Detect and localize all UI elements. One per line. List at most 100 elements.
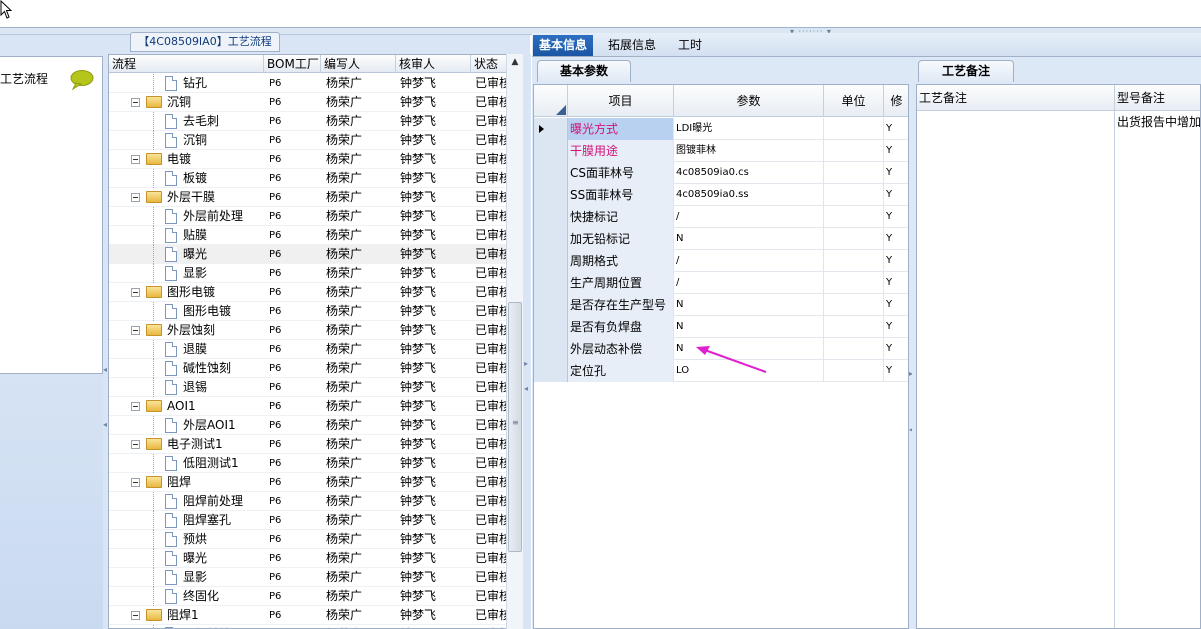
collapse-toggle-icon[interactable] (131, 611, 140, 620)
row-indicator[interactable] (534, 184, 568, 206)
param-unit-cell[interactable] (824, 140, 884, 162)
row-indicator[interactable] (534, 228, 568, 250)
table-row[interactable]: 阻焊前处理1 P6杨荣广钟梦飞已审核 (109, 625, 509, 628)
flow-cell[interactable]: 外层AOI1 (109, 416, 264, 435)
flow-cell[interactable]: 阻焊 (109, 473, 264, 492)
param-unit-cell[interactable] (824, 118, 884, 140)
row-indicator[interactable] (534, 360, 568, 382)
collapse-toggle-icon[interactable] (131, 155, 140, 164)
row-indicator[interactable] (534, 162, 568, 184)
table-row[interactable]: AOI1 P6 杨荣广 钟梦飞 已审核 (109, 397, 509, 416)
flow-cell[interactable]: 阻焊前处理 (109, 492, 264, 511)
param-unit-cell[interactable] (824, 316, 884, 338)
param-row[interactable]: 是否有负焊盘 N Y (534, 316, 908, 338)
table-row[interactable]: 板镀 P6 杨荣广 钟梦飞 已审核 (109, 169, 509, 188)
flow-cell[interactable]: 板镀 (109, 169, 264, 188)
flow-cell[interactable]: 外层蚀刻 (109, 321, 264, 340)
row-indicator[interactable] (534, 140, 568, 162)
table-row[interactable]: 沉铜 P6 杨荣广 钟梦飞 已审核 (109, 93, 509, 112)
flow-cell[interactable]: 退膜 (109, 340, 264, 359)
speech-bubble-icon[interactable] (68, 69, 94, 91)
flow-cell[interactable]: 外层前处理 (109, 207, 264, 226)
row-indicator[interactable] (534, 206, 568, 228)
flow-cell[interactable]: 终固化 (109, 587, 264, 606)
flow-cell[interactable]: 沉铜 (109, 131, 264, 150)
table-row[interactable]: 外层干膜 P6 杨荣广 钟梦飞 已审核 (109, 188, 509, 207)
table-row[interactable]: 阻焊塞孔 P6 杨荣广 钟梦飞 已审核 (109, 511, 509, 530)
table-row[interactable]: 图形电镀 P6 杨荣广 钟梦飞 已审核 (109, 283, 509, 302)
row-indicator[interactable] (534, 118, 568, 140)
param-value-cell[interactable]: / (674, 250, 824, 272)
flow-cell[interactable]: 阻焊前处理1 (109, 625, 264, 628)
table-row[interactable]: 退锡 P6 杨荣广 钟梦飞 已审核 (109, 378, 509, 397)
flow-cell[interactable]: 钻孔 (109, 74, 264, 93)
param-row[interactable]: 是否存在生产型号 N Y (534, 294, 908, 316)
flow-cell[interactable]: 曝光 (109, 245, 264, 264)
collapse-left-icon[interactable]: ◂ (524, 384, 528, 393)
param-unit-cell[interactable] (824, 250, 884, 272)
param-unit-cell[interactable] (824, 294, 884, 316)
param-unit-cell[interactable] (824, 162, 884, 184)
flow-cell[interactable]: 沉铜 (109, 93, 264, 112)
table-row[interactable]: 碱性蚀刻 P6 杨荣广 钟梦飞 已审核 (109, 359, 509, 378)
flow-cell[interactable]: AOI1 (109, 397, 264, 416)
table-row[interactable]: 外层蚀刻 P6 杨荣广 钟梦飞 已审核 (109, 321, 509, 340)
param-value-cell[interactable]: LDI曝光 (674, 118, 824, 140)
collapse-toggle-icon[interactable] (131, 288, 140, 297)
vertical-scrollbar[interactable]: ▲ ≡ (506, 54, 523, 629)
flow-cell[interactable]: 显影 (109, 264, 264, 283)
column-header-item[interactable]: 项目 (568, 85, 674, 117)
flow-cell[interactable]: 曝光 (109, 549, 264, 568)
column-header-bom-factory[interactable]: BOM工厂 (264, 55, 321, 73)
param-value-cell[interactable]: / (674, 206, 824, 228)
collapse-toggle-icon[interactable] (131, 440, 140, 449)
flow-cell[interactable]: 显影 (109, 568, 264, 587)
table-row[interactable]: 曝光 P6 杨荣广 钟梦飞 已审核 (109, 549, 509, 568)
param-row[interactable]: 曝光方式 LDI曝光 Y (534, 118, 908, 140)
param-row[interactable]: 快捷标记 / Y (534, 206, 908, 228)
tab-basic-info[interactable]: 基本信息 (533, 35, 594, 56)
param-value-cell[interactable]: N (674, 294, 824, 316)
flow-cell[interactable]: 贴膜 (109, 226, 264, 245)
table-row[interactable]: 显影 P6 杨荣广 钟梦飞 已审核 (109, 568, 509, 587)
param-unit-cell[interactable] (824, 184, 884, 206)
collapse-right-icon[interactable]: ▸ (524, 359, 528, 368)
param-value-cell[interactable]: N (674, 316, 824, 338)
param-unit-cell[interactable] (824, 338, 884, 360)
param-value-cell[interactable]: / (674, 272, 824, 294)
row-indicator[interactable] (534, 272, 568, 294)
param-row[interactable]: 生产周期位置 / Y (534, 272, 908, 294)
tab-process-notes[interactable]: 工艺备注 (918, 60, 1014, 82)
table-row[interactable]: 低阻测试1 P6 杨荣广 钟梦飞 已审核 (109, 454, 509, 473)
param-row[interactable]: SS面菲林号 4c08509ia0.ss Y (534, 184, 908, 206)
table-row[interactable]: 阻焊1 P6 杨荣广 钟梦飞 已审核 (109, 606, 509, 625)
column-header-model-notes[interactable]: 型号备注 (1115, 85, 1200, 111)
table-row[interactable]: 预烘 P6 杨荣广 钟梦飞 已审核 (109, 530, 509, 549)
collapse-toggle-icon[interactable] (131, 98, 140, 107)
param-row[interactable]: 加无铅标记 N Y (534, 228, 908, 250)
param-unit-cell[interactable] (824, 206, 884, 228)
table-row[interactable]: 去毛刺 P6 杨荣广 钟梦飞 已审核 (109, 112, 509, 131)
table-row[interactable]: 电子测试1 P6 杨荣广 钟梦飞 已审核 (109, 435, 509, 454)
row-indicator[interactable] (534, 338, 568, 360)
table-row[interactable]: 贴膜 P6 杨荣广 钟梦飞 已审核 (109, 226, 509, 245)
flow-cell[interactable]: 去毛刺 (109, 112, 264, 131)
table-row[interactable]: 沉铜 P6 杨荣广 钟梦飞 已审核 (109, 131, 509, 150)
collapse-toggle-icon[interactable] (131, 326, 140, 335)
row-indicator[interactable] (534, 294, 568, 316)
flow-cell[interactable]: 外层干膜 (109, 188, 264, 207)
param-value-cell[interactable]: 图镀菲林 (674, 140, 824, 162)
column-header-status[interactable]: 状态 (471, 55, 509, 73)
flow-cell[interactable]: 碱性蚀刻 (109, 359, 264, 378)
flow-cell[interactable]: 阻焊1 (109, 606, 264, 625)
tab-work-hours[interactable]: 工时 (672, 35, 708, 56)
param-row[interactable]: 干膜用途 图镀菲林 Y (534, 140, 908, 162)
param-row[interactable]: CS面菲林号 4c08509ia0.cs Y (534, 162, 908, 184)
tab-extended-info[interactable]: 拓展信息 (602, 35, 662, 56)
table-row[interactable]: 电镀 P6 杨荣广 钟梦飞 已审核 (109, 150, 509, 169)
panel-splitter[interactable]: ▸ ◂ (524, 54, 531, 629)
param-value-cell[interactable]: 4c08509ia0.cs (674, 162, 824, 184)
model-notes-cell[interactable]: 出货报告中增加 (1115, 111, 1200, 628)
column-header-unit[interactable]: 单位 (824, 85, 884, 117)
table-row[interactable]: 图形电镀 P6 杨荣广 钟梦飞 已审核 (109, 302, 509, 321)
